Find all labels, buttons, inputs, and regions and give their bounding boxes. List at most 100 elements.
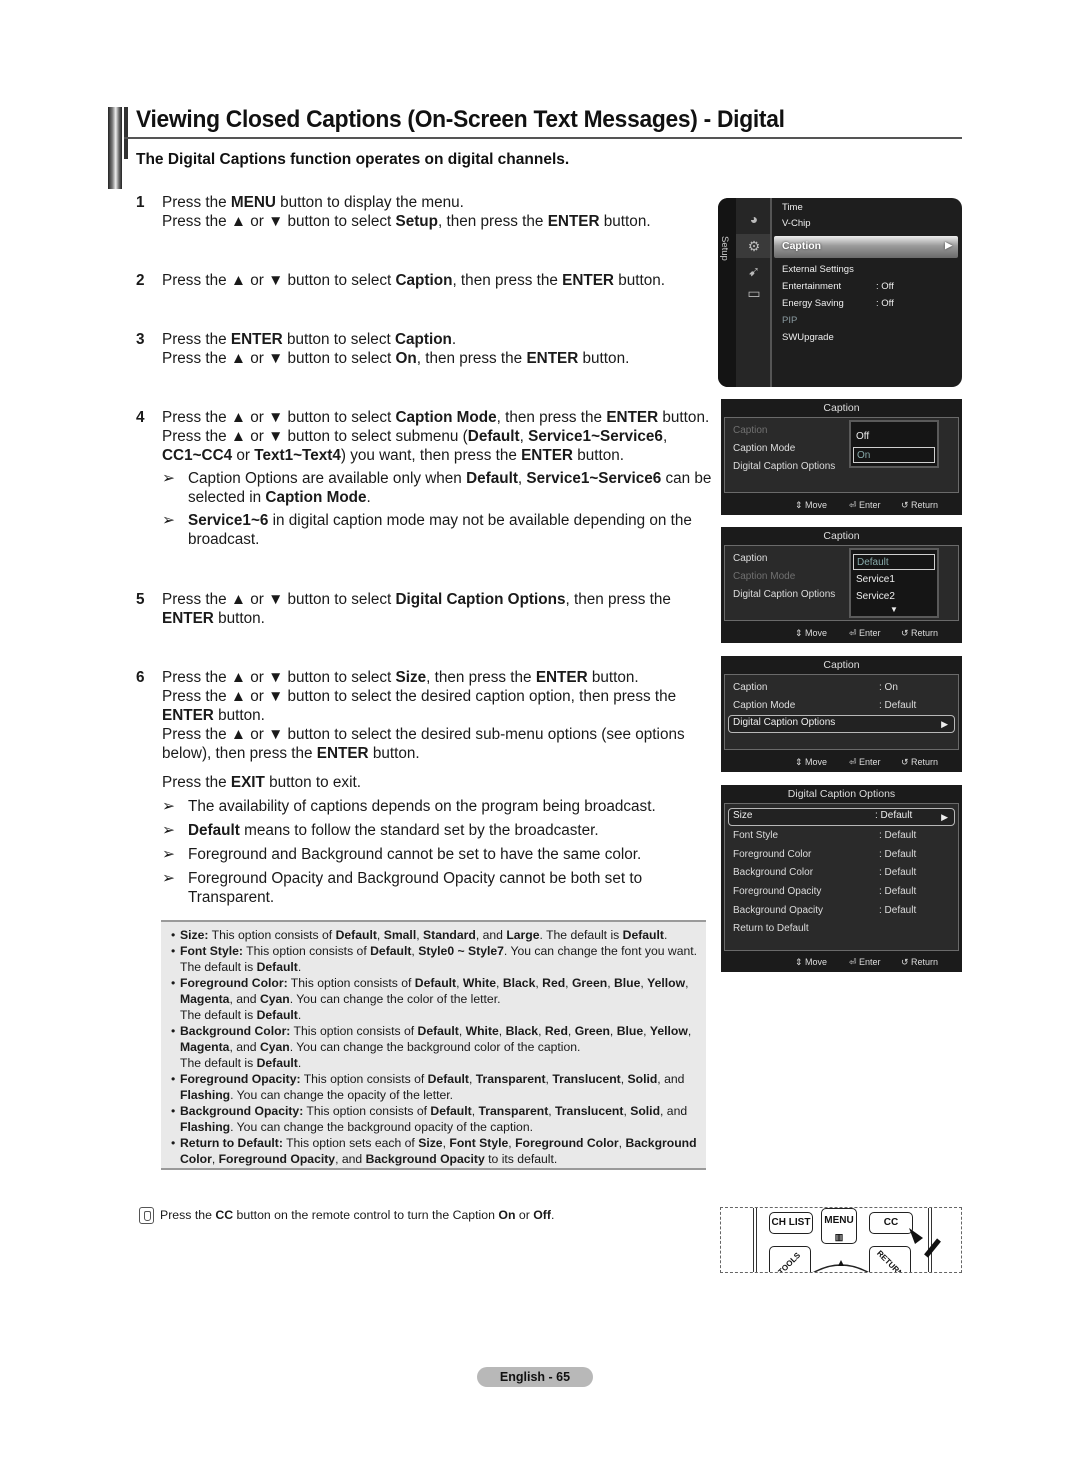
step-instruction: Press the MENU button to display the men… bbox=[162, 194, 464, 211]
step-instruction: Press the ENTER button to select Caption… bbox=[162, 331, 457, 348]
osd-footer: ⇕ Move ⏎ Enter ↺ Return bbox=[721, 495, 962, 515]
osd-row-digital-caption-options[interactable]: Digital Caption Options bbox=[733, 586, 835, 603]
step-instruction: Press the ▲ or ▼ button to select the de… bbox=[162, 688, 677, 724]
caption-on-off-screen: Caption Caption Caption Mode Digital Cap… bbox=[721, 399, 962, 515]
osd-panel: Caption: On Caption Mode: Default Digita… bbox=[724, 674, 959, 750]
bullet-icon: • bbox=[171, 1024, 176, 1038]
osd-title: Caption bbox=[823, 402, 860, 414]
osd-title: Digital Caption Options bbox=[787, 788, 896, 800]
enter-hint: ⏎ Enter bbox=[849, 500, 881, 510]
exit-instruction: Press the EXIT button to exit. bbox=[162, 774, 361, 791]
osd-row-digital-caption-options[interactable]: Digital Caption Options bbox=[733, 458, 835, 475]
popup-option-off[interactable]: Off bbox=[853, 429, 935, 445]
osd-row-caption-mode[interactable]: Caption Mode: Default bbox=[733, 697, 916, 714]
note-arrow-icon: ➢ bbox=[162, 870, 175, 887]
menu-item-vchip[interactable]: V-Chip bbox=[782, 218, 811, 229]
osd-row-caption[interactable]: Caption bbox=[733, 550, 767, 567]
osd-row-caption[interactable]: Caption: On bbox=[733, 679, 898, 696]
satellite-icon[interactable]: ◕ bbox=[745, 212, 763, 226]
arrow-right-icon: ▶ bbox=[941, 812, 948, 822]
menu-item-pip[interactable]: PIP bbox=[782, 315, 797, 326]
osd-footer: ⇕ Move ⏎ Enter ↺ Return bbox=[721, 952, 962, 972]
step-3: 3 Press the ENTER button to select Captio… bbox=[136, 330, 716, 368]
bullet-icon: • bbox=[171, 1072, 176, 1086]
option-description: • Background Opacity: This option consist… bbox=[171, 1104, 688, 1134]
return-hint: ↺ Return bbox=[901, 500, 939, 510]
step-number: 5 bbox=[136, 591, 145, 608]
arrow-right-icon: ▶ bbox=[945, 240, 952, 250]
step-number: 3 bbox=[136, 331, 145, 348]
bullet-icon: • bbox=[171, 944, 176, 958]
osd-row-digital-caption-options[interactable]: Digital Caption Options ▶ bbox=[728, 715, 955, 733]
hand-note-icon bbox=[139, 1207, 154, 1224]
osd-row-font-style[interactable]: Font Style: Default bbox=[733, 827, 916, 844]
menu-item-time[interactable]: Time bbox=[782, 202, 803, 213]
step-6: 6 Press the ▲ or ▼ button to select Size,… bbox=[136, 668, 716, 763]
setup-menu-screen: Setup ◕ ⚙ ➹ ▭ Time V-Chip Caption ▶ Exter… bbox=[718, 198, 962, 387]
header-decoration-bar-thin bbox=[124, 107, 128, 159]
osd-row-size[interactable]: Size : Default ▶ bbox=[728, 808, 955, 826]
option-description: • Font Style: This option consists of Def… bbox=[171, 944, 698, 974]
step-instruction: Press the ▲ or ▼ button to select Captio… bbox=[162, 409, 710, 426]
setup-side-strip bbox=[718, 198, 736, 387]
step-instruction: Press the ▲ or ▼ button to select the de… bbox=[162, 726, 685, 762]
step-number: 4 bbox=[136, 409, 145, 426]
page-title: Viewing Closed Captions (On-Screen Text … bbox=[136, 106, 785, 133]
menu-category-icons: ◕ ⚙ ➹ ▭ bbox=[736, 198, 772, 387]
osd-panel: Caption Caption Mode Digital Caption Opt… bbox=[724, 545, 959, 621]
header-decoration-bar bbox=[108, 107, 122, 189]
step-instruction: Press the ▲ or ▼ button to select Setup,… bbox=[162, 213, 651, 230]
step-instruction: Press the ▲ or ▼ button to select Digita… bbox=[162, 591, 671, 627]
step-number: 1 bbox=[136, 194, 145, 211]
move-hint: ⇕ Move bbox=[795, 628, 828, 638]
step-2: 2 Press the ▲ or ▼ button to select Capti… bbox=[136, 271, 716, 290]
bullet-icon: • bbox=[171, 1104, 176, 1118]
page-number: English - 65 bbox=[477, 1367, 593, 1387]
caption-mode-screen: Caption Caption Caption Mode Digital Cap… bbox=[721, 527, 962, 643]
osd-row-background-color[interactable]: Background Color: Default bbox=[733, 864, 916, 881]
osd-row-background-opacity[interactable]: Background Opacity: Default bbox=[733, 902, 916, 919]
step-5: 5 Press the ▲ or ▼ button to select Digit… bbox=[136, 590, 716, 628]
osd-row-foreground-color[interactable]: Foreground Color: Default bbox=[733, 846, 916, 863]
menu-item-caption[interactable]: Caption ▶ bbox=[774, 236, 958, 258]
options-info-box: • Size: This option consists of Default, … bbox=[161, 920, 706, 1170]
note-arrow-icon: ➢ bbox=[162, 822, 175, 839]
support-icon[interactable]: ▭ bbox=[745, 286, 763, 300]
menu-item-swupgrade[interactable]: SWUpgrade bbox=[782, 332, 834, 343]
gear-icon[interactable]: ⚙ bbox=[736, 234, 772, 258]
bullet-icon: • bbox=[171, 928, 176, 942]
menu-item-energy-saving[interactable]: Energy Saving: Off bbox=[782, 298, 894, 309]
option-description: • Background Color: This option consists … bbox=[171, 1024, 692, 1070]
caption-settings-screen: Caption Caption: On Caption Mode: Defaul… bbox=[721, 656, 962, 772]
option-description: • Size: This option consists of Default, … bbox=[171, 928, 668, 942]
title-divider bbox=[124, 137, 962, 139]
note-arrow-icon: ➢ bbox=[162, 846, 175, 863]
osd-row-caption[interactable]: Caption bbox=[733, 422, 767, 439]
digital-caption-options-screen: Digital Caption Options Size : Default ▶… bbox=[721, 785, 962, 972]
return-hint: ↺ Return bbox=[901, 957, 939, 967]
remote-tip-text: Press the CC button on the remote contro… bbox=[160, 1207, 555, 1222]
osd-row-return-to-default[interactable]: Return to Default bbox=[733, 920, 879, 937]
bullet-icon: • bbox=[171, 1136, 176, 1150]
popup-option-default[interactable]: Default bbox=[853, 554, 935, 570]
osd-footer: ⇕ Move ⏎ Enter ↺ Return bbox=[721, 752, 962, 772]
popup-option-on[interactable]: On bbox=[853, 447, 935, 463]
enter-hint: ⏎ Enter bbox=[849, 957, 881, 967]
step-note: ➢ Service1~6 in digital caption mode may … bbox=[162, 512, 692, 548]
scroll-down-icon[interactable]: ▼ bbox=[853, 602, 935, 618]
exit-note: ➢ Foreground and Background cannot be set… bbox=[162, 846, 642, 863]
step-instruction: Press the ▲ or ▼ button to select submen… bbox=[162, 428, 668, 464]
menu-item-entertainment[interactable]: Entertainment: Off bbox=[782, 281, 894, 292]
enter-hint: ⏎ Enter bbox=[849, 628, 881, 638]
remote-control-illustration: CH LIST MENU ▥ CC TOOLS RETURN bbox=[720, 1207, 962, 1273]
osd-row-caption-mode[interactable]: Caption Mode bbox=[733, 440, 795, 457]
popup-option-service1[interactable]: Service1 bbox=[853, 572, 935, 588]
exit-block: Press the EXIT button to exit. ➢ The avail… bbox=[162, 773, 717, 907]
menu-item-external-settings[interactable]: External Settings bbox=[782, 264, 854, 275]
setup-side-label: Setup bbox=[719, 236, 730, 261]
input-plug-icon[interactable]: ➹ bbox=[745, 264, 763, 278]
osd-row-foreground-opacity[interactable]: Foreground Opacity: Default bbox=[733, 883, 916, 900]
osd-row-caption-mode[interactable]: Caption Mode bbox=[733, 568, 795, 585]
move-hint: ⇕ Move bbox=[795, 757, 828, 767]
bullet-icon: • bbox=[171, 976, 176, 990]
